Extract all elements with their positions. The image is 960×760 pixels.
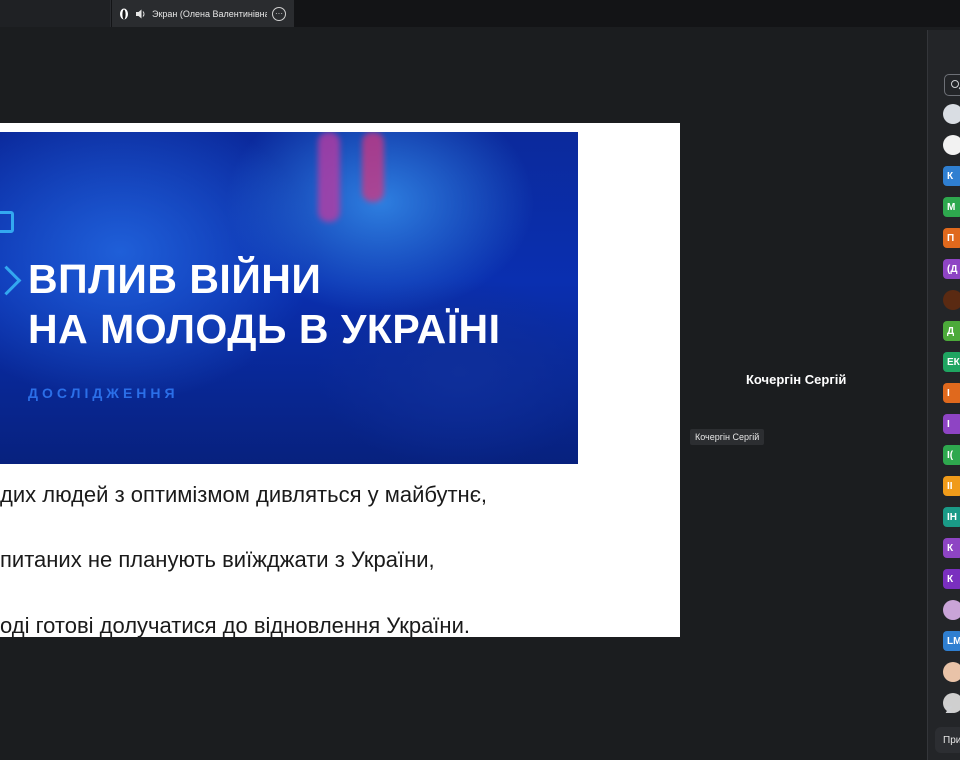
tab-previous[interactable] [0,0,111,27]
participant-avatar[interactable]: Д [943,321,960,341]
participant-avatar[interactable]: К [943,166,960,186]
speaker-tooltip: Кочергін Сергій [690,429,765,445]
participant-avatar[interactable]: М [943,197,960,217]
slide-text-line-2: питаних не планують виїжджати з України, [0,547,435,572]
participant-avatar[interactable]: ІІ [943,476,960,496]
slide-text-line-1: дих людей з оптимізмом дивляться у майбу… [0,482,488,507]
participant-avatar[interactable]: ІН [943,507,960,527]
participant-avatar[interactable] [943,104,960,124]
document-icon [0,211,14,233]
panel-footer-button[interactable]: При [935,727,960,753]
participant-avatar[interactable]: І [943,414,960,434]
participant-avatar[interactable] [943,135,960,155]
participant-avatar[interactable] [943,290,960,310]
search-icon [951,80,959,88]
banner-title-line2: НА МОЛОДЬ В УКРАЇНІ [28,306,501,352]
slide-banner: ВПЛИВ ВІЙНИ НА МОЛОДЬ В УКРАЇНІ ДОСЛІДЖЕ… [0,132,578,464]
active-speaker-name: Кочергін Сергій [746,372,847,387]
participant-avatar[interactable]: К [943,538,960,558]
banner-streak [318,132,340,222]
participants-panel: К М П (Д Д ЕК І І І(ІІ ІН К К LM ⧗ При [927,30,960,760]
participant-avatar[interactable]: К [943,569,960,589]
arrow-icon [0,265,22,296]
banner-subtitle: ДОСЛІДЖЕННЯ [28,385,179,401]
participant-avatar[interactable] [943,600,960,620]
participant-icon [118,8,130,20]
tab-strip: Экран (Олена Валентинівна ··· [0,0,960,27]
search-input[interactable] [944,74,960,96]
tab-screen-label: Экран (Олена Валентинівна [152,8,267,19]
tab-screen-share[interactable]: Экран (Олена Валентинівна ··· [112,0,294,27]
more-options-icon[interactable]: ··· [272,6,286,21]
participant-avatar[interactable]: І( [943,445,960,465]
banner-title-line1: ВПЛИВ ВІЙНИ [28,256,322,302]
slide-text-line-3: оді готові долучатися до відновлення Укр… [0,613,470,637]
shared-screen-slide: ВПЛИВ ВІЙНИ НА МОЛОДЬ В УКРАЇНІ ДОСЛІДЖЕ… [0,123,680,637]
participant-avatar[interactable]: LM [943,631,960,651]
banner-streak [362,132,384,202]
speaker-icon [135,8,147,20]
participant-avatar[interactable]: П [943,228,960,248]
participant-avatar[interactable]: (Д [943,259,960,279]
participant-avatar[interactable] [943,662,960,682]
participant-avatar[interactable]: ЕК [943,352,960,372]
participant-avatar[interactable]: І [943,383,960,403]
hourglass-icon: ⧗ [945,704,953,716]
banner-title: ВПЛИВ ВІЙНИ НА МОЛОДЬ В УКРАЇНІ [28,254,501,354]
